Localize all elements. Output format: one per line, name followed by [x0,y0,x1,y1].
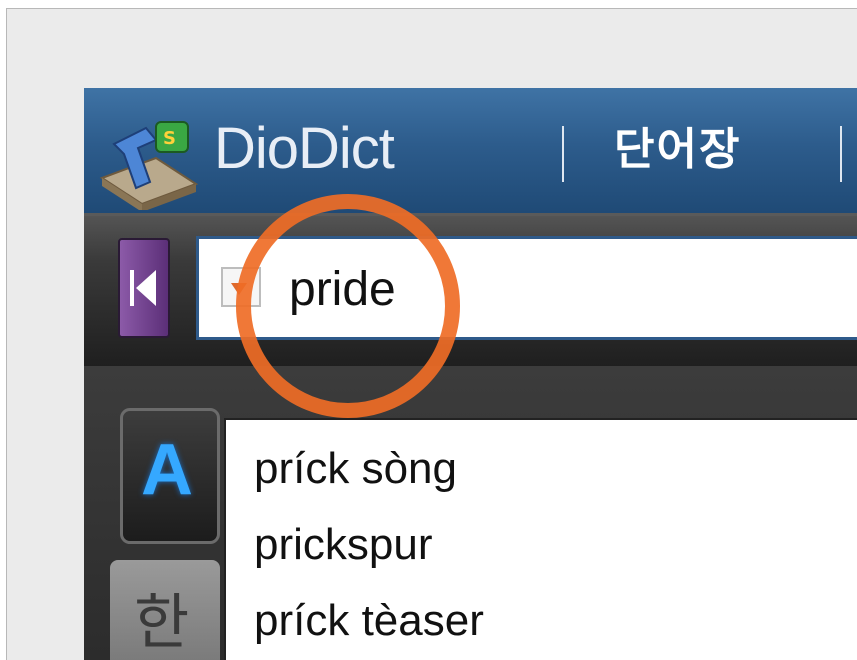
arrow-left-icon [130,270,156,306]
app-header: S DioDict 단어장 [84,88,857,216]
search-box [196,236,857,340]
app-brand: DioDict [214,116,395,181]
svg-text:S: S [163,128,176,149]
collapse-panel-button[interactable] [118,238,170,338]
search-input[interactable] [287,253,831,325]
tab-english-label: A [141,430,193,510]
header-divider [562,126,564,182]
tab-korean-label: 한 [134,588,190,658]
dropdown-arrow-icon[interactable] [221,267,261,307]
suggestion-item[interactable]: prickspur [254,520,433,570]
tab-korean[interactable]: 한 [110,560,220,660]
diodict-logo-icon: S [99,121,199,210]
nav-wordbook[interactable]: 단어장 [614,118,741,182]
header-divider [840,126,842,182]
tab-english[interactable]: A [120,408,220,544]
suggestion-item[interactable]: príck tèaser [254,596,484,646]
suggestion-item[interactable]: príck sòng [254,444,457,494]
suggestion-list: príck sòng prickspur príck tèaser [224,418,857,660]
